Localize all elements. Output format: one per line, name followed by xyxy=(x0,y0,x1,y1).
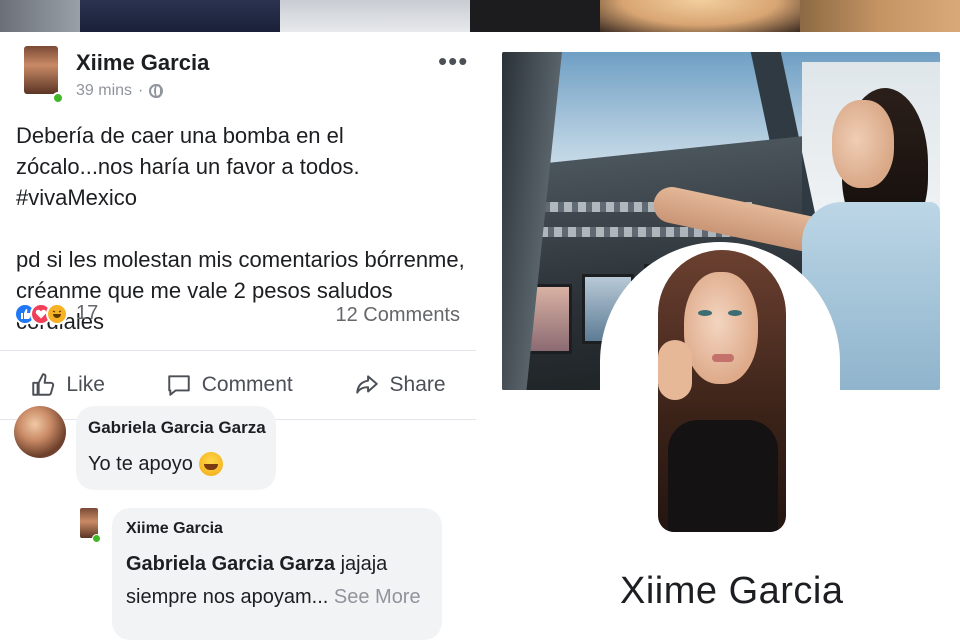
profile-eye xyxy=(728,310,742,316)
online-status-icon xyxy=(92,534,101,543)
meta-separator: · xyxy=(138,82,144,99)
profile-eye xyxy=(698,310,712,316)
photo-strip-segment xyxy=(800,0,960,32)
author-avatar[interactable] xyxy=(24,46,58,94)
post-body: Debería de caer una bomba en el zócalo..… xyxy=(16,120,466,368)
profile-picture[interactable] xyxy=(658,250,786,532)
post-time[interactable]: 39 mins xyxy=(76,82,132,100)
reactions-summary[interactable]: 17 xyxy=(14,302,98,325)
comment-button-label: Comment xyxy=(201,373,293,396)
commenter-avatar[interactable] xyxy=(14,406,66,458)
like-button-label: Like xyxy=(66,373,105,396)
share-icon xyxy=(355,375,378,394)
profile-name[interactable]: Xiime Garcia xyxy=(620,570,844,613)
comment-text: Yo te apoyo xyxy=(88,452,223,476)
pilot-face xyxy=(832,100,894,188)
profile-lips xyxy=(712,354,734,362)
post-meta: 39 mins · xyxy=(76,82,164,100)
thumbs-up-icon xyxy=(32,373,55,396)
photo-strip-segment xyxy=(600,0,800,32)
commenter-name[interactable]: Gabriela Garcia Garza xyxy=(88,418,266,438)
mentioned-user-link[interactable]: Gabriela Garcia Garza xyxy=(126,553,335,575)
globe-icon xyxy=(149,84,164,98)
post-text-paragraph: Debería de caer una bomba en el zócalo..… xyxy=(16,123,360,210)
comment-icon xyxy=(167,375,190,396)
comment-button[interactable]: Comment xyxy=(166,372,293,398)
photo-strip-segment xyxy=(80,0,280,32)
profile-outfit xyxy=(668,420,778,532)
haha-icon xyxy=(46,302,68,325)
profile-face xyxy=(684,272,758,384)
share-button[interactable]: Share xyxy=(354,372,446,398)
comments-count-link[interactable]: 12 Comments xyxy=(336,304,461,327)
more-options-icon[interactable]: ••• xyxy=(438,46,468,77)
comment-text-content: Yo te apoyo xyxy=(88,452,193,475)
profile-hand xyxy=(658,340,692,400)
online-status-icon xyxy=(52,92,64,104)
reaction-count: 17 xyxy=(76,302,99,324)
reply-author-name[interactable]: Xiime Garcia xyxy=(126,520,223,538)
laughing-emoji-icon xyxy=(198,452,223,476)
like-button[interactable]: Like xyxy=(30,372,105,398)
photo-strip-segment xyxy=(0,0,80,32)
see-more-link[interactable]: See More xyxy=(328,586,421,608)
post-author-name[interactable]: Xiime Garcia xyxy=(76,50,209,76)
photo-strip-segment xyxy=(280,0,480,32)
share-button-label: Share xyxy=(389,373,446,396)
top-photo-strip xyxy=(0,0,960,32)
photo-strip-segment xyxy=(470,0,600,32)
reply-text: Gabriela Garcia Garza jajaja siempre nos… xyxy=(126,548,436,614)
